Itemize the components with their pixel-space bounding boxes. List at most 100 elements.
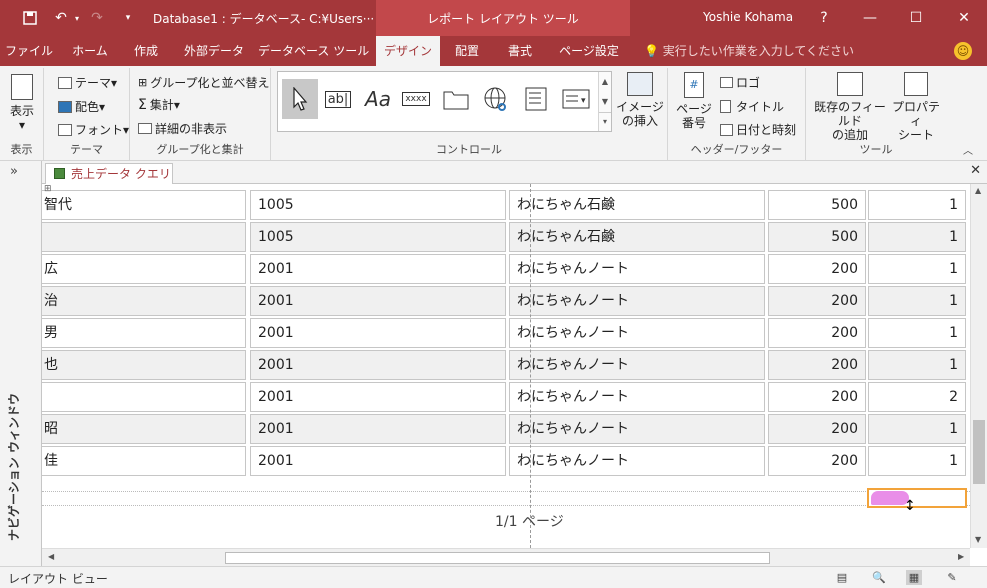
cell-product[interactable]: わにちゃんノート: [509, 286, 765, 316]
cell-name[interactable]: 男: [42, 318, 246, 348]
cell-code[interactable]: 2001: [250, 414, 506, 444]
cell-qty[interactable]: 1: [868, 350, 966, 380]
save-icon[interactable]: [20, 8, 40, 28]
colors-button[interactable]: 配色 ▾: [58, 98, 105, 115]
add-existing-fields-button[interactable]: 既存のフィールド の追加: [810, 72, 890, 142]
scroll-up-icon[interactable]: ▲: [975, 186, 981, 195]
scroll-down-icon[interactable]: ▼: [975, 535, 981, 544]
cell-qty[interactable]: 1: [868, 222, 966, 252]
cell-qty[interactable]: 1: [868, 190, 966, 220]
cell-product[interactable]: わにちゃん石鹸: [509, 190, 765, 220]
cell-price[interactable]: 200: [768, 350, 866, 380]
print-preview-icon[interactable]: 🔍: [871, 570, 887, 585]
property-sheet-button[interactable]: プロパティ シート: [890, 72, 942, 142]
view-button[interactable]: 表示 ▾: [6, 74, 38, 132]
button-control-icon[interactable]: xxxx: [398, 79, 434, 119]
expand-nav-icon[interactable]: »: [10, 164, 18, 179]
cell-price[interactable]: 200: [768, 414, 866, 444]
cell-product[interactable]: わにちゃんノート: [509, 254, 765, 284]
cell-qty[interactable]: 1: [868, 318, 966, 348]
tab-home[interactable]: ホーム: [60, 36, 120, 66]
hide-details-button[interactable]: 詳細の非表示: [138, 120, 227, 137]
design-view-icon[interactable]: ✎: [944, 570, 960, 585]
textbox-control-icon[interactable]: ab|: [320, 79, 356, 119]
cell-code[interactable]: 1005: [250, 222, 506, 252]
help-button[interactable]: ?: [801, 0, 847, 36]
gallery-scroll[interactable]: ▲ ▼ ▾: [598, 72, 611, 131]
cell-qty[interactable]: 1: [868, 286, 966, 316]
logo-button[interactable]: ロゴ: [720, 74, 760, 91]
vertical-scroll-thumb[interactable]: [973, 420, 985, 484]
cell-name[interactable]: 治: [42, 286, 246, 316]
page-numbers-button[interactable]: # ページ 番号: [674, 72, 714, 130]
page-number-text[interactable]: 1/1 ページ: [495, 511, 564, 531]
minimize-button[interactable]: —: [847, 0, 893, 36]
cell-product[interactable]: わにちゃんノート: [509, 414, 765, 444]
cell-qty[interactable]: 1: [868, 446, 966, 476]
tab-database-tools[interactable]: データベース ツール: [258, 36, 369, 66]
horizontal-scrollbar[interactable]: ◀ ▶: [42, 548, 970, 566]
close-button[interactable]: ✕: [941, 0, 987, 36]
cell-code[interactable]: 2001: [250, 318, 506, 348]
gallery-up-icon[interactable]: ▲: [599, 72, 611, 92]
cell-name[interactable]: 智代: [42, 190, 246, 220]
cell-qty[interactable]: 1: [868, 254, 966, 284]
selected-footer-control[interactable]: [867, 488, 967, 508]
vertical-scrollbar[interactable]: ▲ ▼: [970, 184, 987, 548]
cell-product[interactable]: わにちゃんノート: [509, 446, 765, 476]
user-name[interactable]: Yoshie Kohama: [703, 10, 793, 24]
group-sort-button[interactable]: ⊞ グループ化と並べ替え: [138, 74, 270, 91]
cell-product[interactable]: わにちゃん石鹸: [509, 222, 765, 252]
tab-format[interactable]: 書式: [496, 36, 544, 66]
cell-code[interactable]: 2001: [250, 286, 506, 316]
cell-code[interactable]: 1005: [250, 190, 506, 220]
themes-button[interactable]: テーマ ▾: [58, 74, 117, 91]
cell-qty[interactable]: 2: [868, 382, 966, 412]
cell-product[interactable]: わにちゃんノート: [509, 350, 765, 380]
tab-control-icon[interactable]: [438, 79, 474, 119]
cell-code[interactable]: 2001: [250, 382, 506, 412]
gallery-more-icon[interactable]: ▾: [599, 112, 611, 130]
hyperlink-control-icon[interactable]: [478, 79, 514, 119]
customize-qat-icon[interactable]: ▾: [122, 8, 134, 28]
cell-price[interactable]: 500: [768, 190, 866, 220]
cell-name[interactable]: 昭: [42, 414, 246, 444]
tab-create[interactable]: 作成: [122, 36, 170, 66]
cell-code[interactable]: 2001: [250, 254, 506, 284]
cell-product[interactable]: わにちゃんノート: [509, 382, 765, 412]
tab-file[interactable]: ファイル: [0, 36, 58, 66]
cell-name[interactable]: 佳: [42, 446, 246, 476]
cell-price[interactable]: 500: [768, 222, 866, 252]
gallery-down-icon[interactable]: ▼: [599, 92, 611, 112]
label-control-icon[interactable]: Aa: [360, 79, 396, 119]
collapse-ribbon-icon[interactable]: ︿: [963, 142, 973, 157]
feedback-smiley-icon[interactable]: ☺: [954, 42, 972, 60]
maximize-button[interactable]: ☐: [893, 0, 939, 36]
cell-price[interactable]: 200: [768, 254, 866, 284]
tab-design[interactable]: デザイン: [376, 36, 440, 66]
date-time-button[interactable]: 日付と時刻: [720, 121, 796, 138]
close-document-icon[interactable]: ✕: [970, 163, 981, 178]
horizontal-scroll-thumb[interactable]: [225, 552, 770, 564]
fonts-button[interactable]: フォント ▾: [58, 121, 129, 138]
scroll-right-icon[interactable]: ▶: [958, 552, 964, 561]
cell-name[interactable]: 広: [42, 254, 246, 284]
navigation-control-icon[interactable]: ▾: [558, 79, 594, 119]
undo-icon[interactable]: ↶: [50, 8, 72, 28]
select-pointer-icon[interactable]: [282, 79, 318, 119]
tab-arrange[interactable]: 配置: [444, 36, 490, 66]
tab-page-setup[interactable]: ページ設定: [552, 36, 626, 66]
title-button[interactable]: タイトル: [720, 98, 784, 115]
cell-price[interactable]: 200: [768, 382, 866, 412]
undo-dropdown-icon[interactable]: ▾: [72, 8, 82, 28]
cell-price[interactable]: 200: [768, 318, 866, 348]
cell-product[interactable]: わにちゃんノート: [509, 318, 765, 348]
report-layout-canvas[interactable]: 智代 1005 わにちゃん石鹸 500 1 1005 わにちゃん石鹸 500 1 広 2001 わにち…: [42, 184, 970, 548]
layout-view-icon[interactable]: ▦: [906, 570, 922, 585]
cell-code[interactable]: 2001: [250, 350, 506, 380]
cell-name[interactable]: 也: [42, 350, 246, 380]
cell-code[interactable]: 2001: [250, 446, 506, 476]
cell-name[interactable]: [42, 382, 246, 412]
totals-button[interactable]: Σ 集計 ▾: [138, 96, 180, 113]
doc-tab-sales-query[interactable]: 売上データ クエリ: [45, 163, 173, 185]
